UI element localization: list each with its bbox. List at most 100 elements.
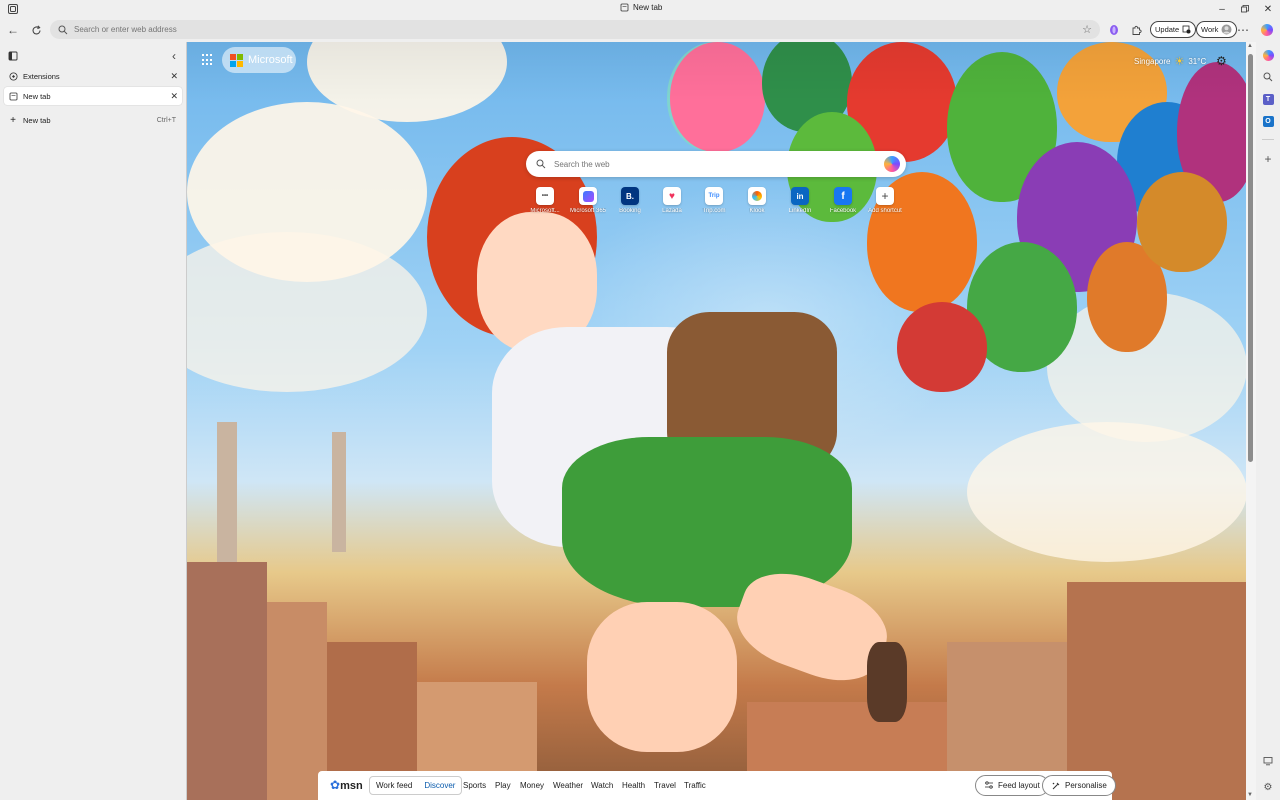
close-tab-icon[interactable]: ✕ [170,71,178,82]
msn-link-watch[interactable]: Watch [591,781,613,790]
vertical-tabs-panel: ‹ Extensions ✕ New tab ✕ + New tab Ctrl+… [0,42,186,800]
close-tab-icon[interactable]: ✕ [170,91,178,102]
shortcut-lazada[interactable]: ♥ Lazada [652,187,692,214]
shortcut-label: LinkedIn [788,208,812,214]
copilot-icon[interactable] [1258,21,1276,39]
shortcut-trip[interactable]: Trip Trip.com [694,187,734,214]
more-options-icon[interactable]: ⋯ [1234,21,1252,39]
restore-icon[interactable] [1237,1,1253,17]
web-search-box[interactable] [526,151,906,177]
shortcut-klook[interactable]: Klook [737,187,777,214]
profile-button[interactable]: Work [1196,21,1238,38]
new-tab-button[interactable]: + New tab Ctrl+T [4,111,182,129]
sidebar-screen-icon[interactable] [1261,754,1275,768]
feed-layout-label: Feed layout [998,781,1040,790]
update-button[interactable]: Update [1150,21,1197,38]
favorite-star-icon[interactable]: ☆ [1082,23,1092,36]
window-title-text: New tab [633,3,663,12]
window-title: New tab [620,3,662,12]
scroll-down-icon[interactable]: ▼ [1247,792,1253,798]
feed-layout-button[interactable]: Feed layout [975,775,1049,796]
weather-location: Singapore [1134,57,1171,66]
shortcut-label: Lazada [662,208,682,214]
klook-icon [748,187,766,205]
personalise-button[interactable]: Personalise [1042,775,1116,796]
workspace-icon[interactable] [7,3,19,15]
trip-icon: Trip [705,187,723,205]
refresh-icon[interactable] [27,21,45,39]
close-window-icon[interactable]: ✕ [1260,1,1276,17]
facebook-icon: f [834,187,852,205]
microsoft-icon: ••• [536,187,554,205]
top-scrim [187,42,1246,102]
app-launcher-icon[interactable] [202,54,214,66]
new-tab-label: New tab [23,115,51,125]
msn-link-play[interactable]: Play [495,781,511,790]
msn-link-weather[interactable]: Weather [553,781,583,790]
address-input[interactable] [74,25,1034,34]
msn-link-traffic[interactable]: Traffic [684,781,706,790]
feed-toggle: Work feed Discover [369,776,463,795]
extensions-puzzle-icon[interactable] [1127,21,1145,39]
teams-icon[interactable]: T [1261,92,1275,106]
shortcut-linkedin[interactable]: in LinkedIn [780,187,820,214]
update-label: Update [1155,25,1180,34]
copilot-extension-icon[interactable] [1105,21,1123,39]
collapse-panel-icon[interactable]: ‹ [165,47,183,65]
personalise-icon [1052,782,1060,789]
shortcut-microsoft-365[interactable]: Microsoft 365 [568,187,608,214]
scrollbar-thumb[interactable] [1248,54,1253,462]
shortcut-facebook[interactable]: f Facebook [823,187,863,214]
plus-icon: + [876,187,894,205]
booking-icon: B. [621,187,639,205]
weather-widget[interactable]: Singapore ☀ 31°C [1134,55,1206,68]
microsoft-logo-icon [230,53,243,67]
sidebar-settings-gear-icon[interactable]: ⚙ [1261,780,1275,794]
page-scrollbar[interactable]: ▲ ▼ [1246,42,1256,800]
search-icon[interactable] [1261,70,1275,84]
page-icon [8,91,18,101]
copilot-search-icon[interactable] [884,156,900,172]
page-settings-gear-icon[interactable]: ⚙ [1216,54,1227,68]
tab-label: Extensions [23,71,60,81]
tab-extensions[interactable]: Extensions ✕ [4,67,182,85]
msn-link-money[interactable]: Money [520,781,544,790]
new-tab-shortcut: Ctrl+T [156,116,176,124]
web-search-input[interactable] [554,159,874,169]
microsoft-brand-button[interactable]: Microsoft [222,47,296,73]
msn-logo-text: msn [340,780,363,792]
layout-sliders-icon [985,781,993,789]
address-bar[interactable]: ☆ [50,20,1100,39]
sidebar-divider [1262,139,1274,140]
msn-link-sports[interactable]: Sports [463,781,486,790]
quick-links: ••• Microsoft... Microsoft 365 B. Bookin… [530,187,910,223]
msn-feed-bar: ✿msn Work feed Discover Sports Play Mone… [318,771,1116,800]
search-icon [536,159,546,169]
msn-logo[interactable]: ✿msn [330,778,363,792]
shortcut-label: Booking [619,208,641,214]
edge-sidebar: T O + ⚙ [1256,42,1280,800]
linkedin-icon: in [791,187,809,205]
back-icon[interactable]: ← [4,21,22,39]
msn-link-travel[interactable]: Travel [654,781,676,790]
shortcut-label: Microsoft 365 [569,208,606,214]
personalise-label: Personalise [1065,781,1107,790]
msn-link-health[interactable]: Health [622,781,645,790]
shortcut-add[interactable]: + Add shortcut [865,187,905,214]
search-icon [58,25,68,34]
outlook-icon[interactable]: O [1261,114,1275,128]
avatar-icon [1221,24,1232,35]
tab-new-tab[interactable]: New tab ✕ [4,87,182,105]
tab-work-feed[interactable]: Work feed [370,781,418,790]
tab-label: New tab [23,91,51,101]
scroll-up-icon[interactable]: ▲ [1247,43,1253,49]
tab-actions-icon[interactable] [4,47,22,65]
page-icon [620,3,629,12]
add-sidebar-app-icon[interactable]: + [1261,152,1275,166]
shortcut-microsoft[interactable]: ••• Microsoft... [525,187,565,214]
copilot-sidebar-icon[interactable] [1261,48,1275,62]
tab-discover[interactable]: Discover [418,781,461,790]
shortcut-booking[interactable]: B. Booking [610,187,650,214]
minimize-icon[interactable]: – [1214,1,1230,17]
shortcut-label: Microsoft... [530,208,560,214]
